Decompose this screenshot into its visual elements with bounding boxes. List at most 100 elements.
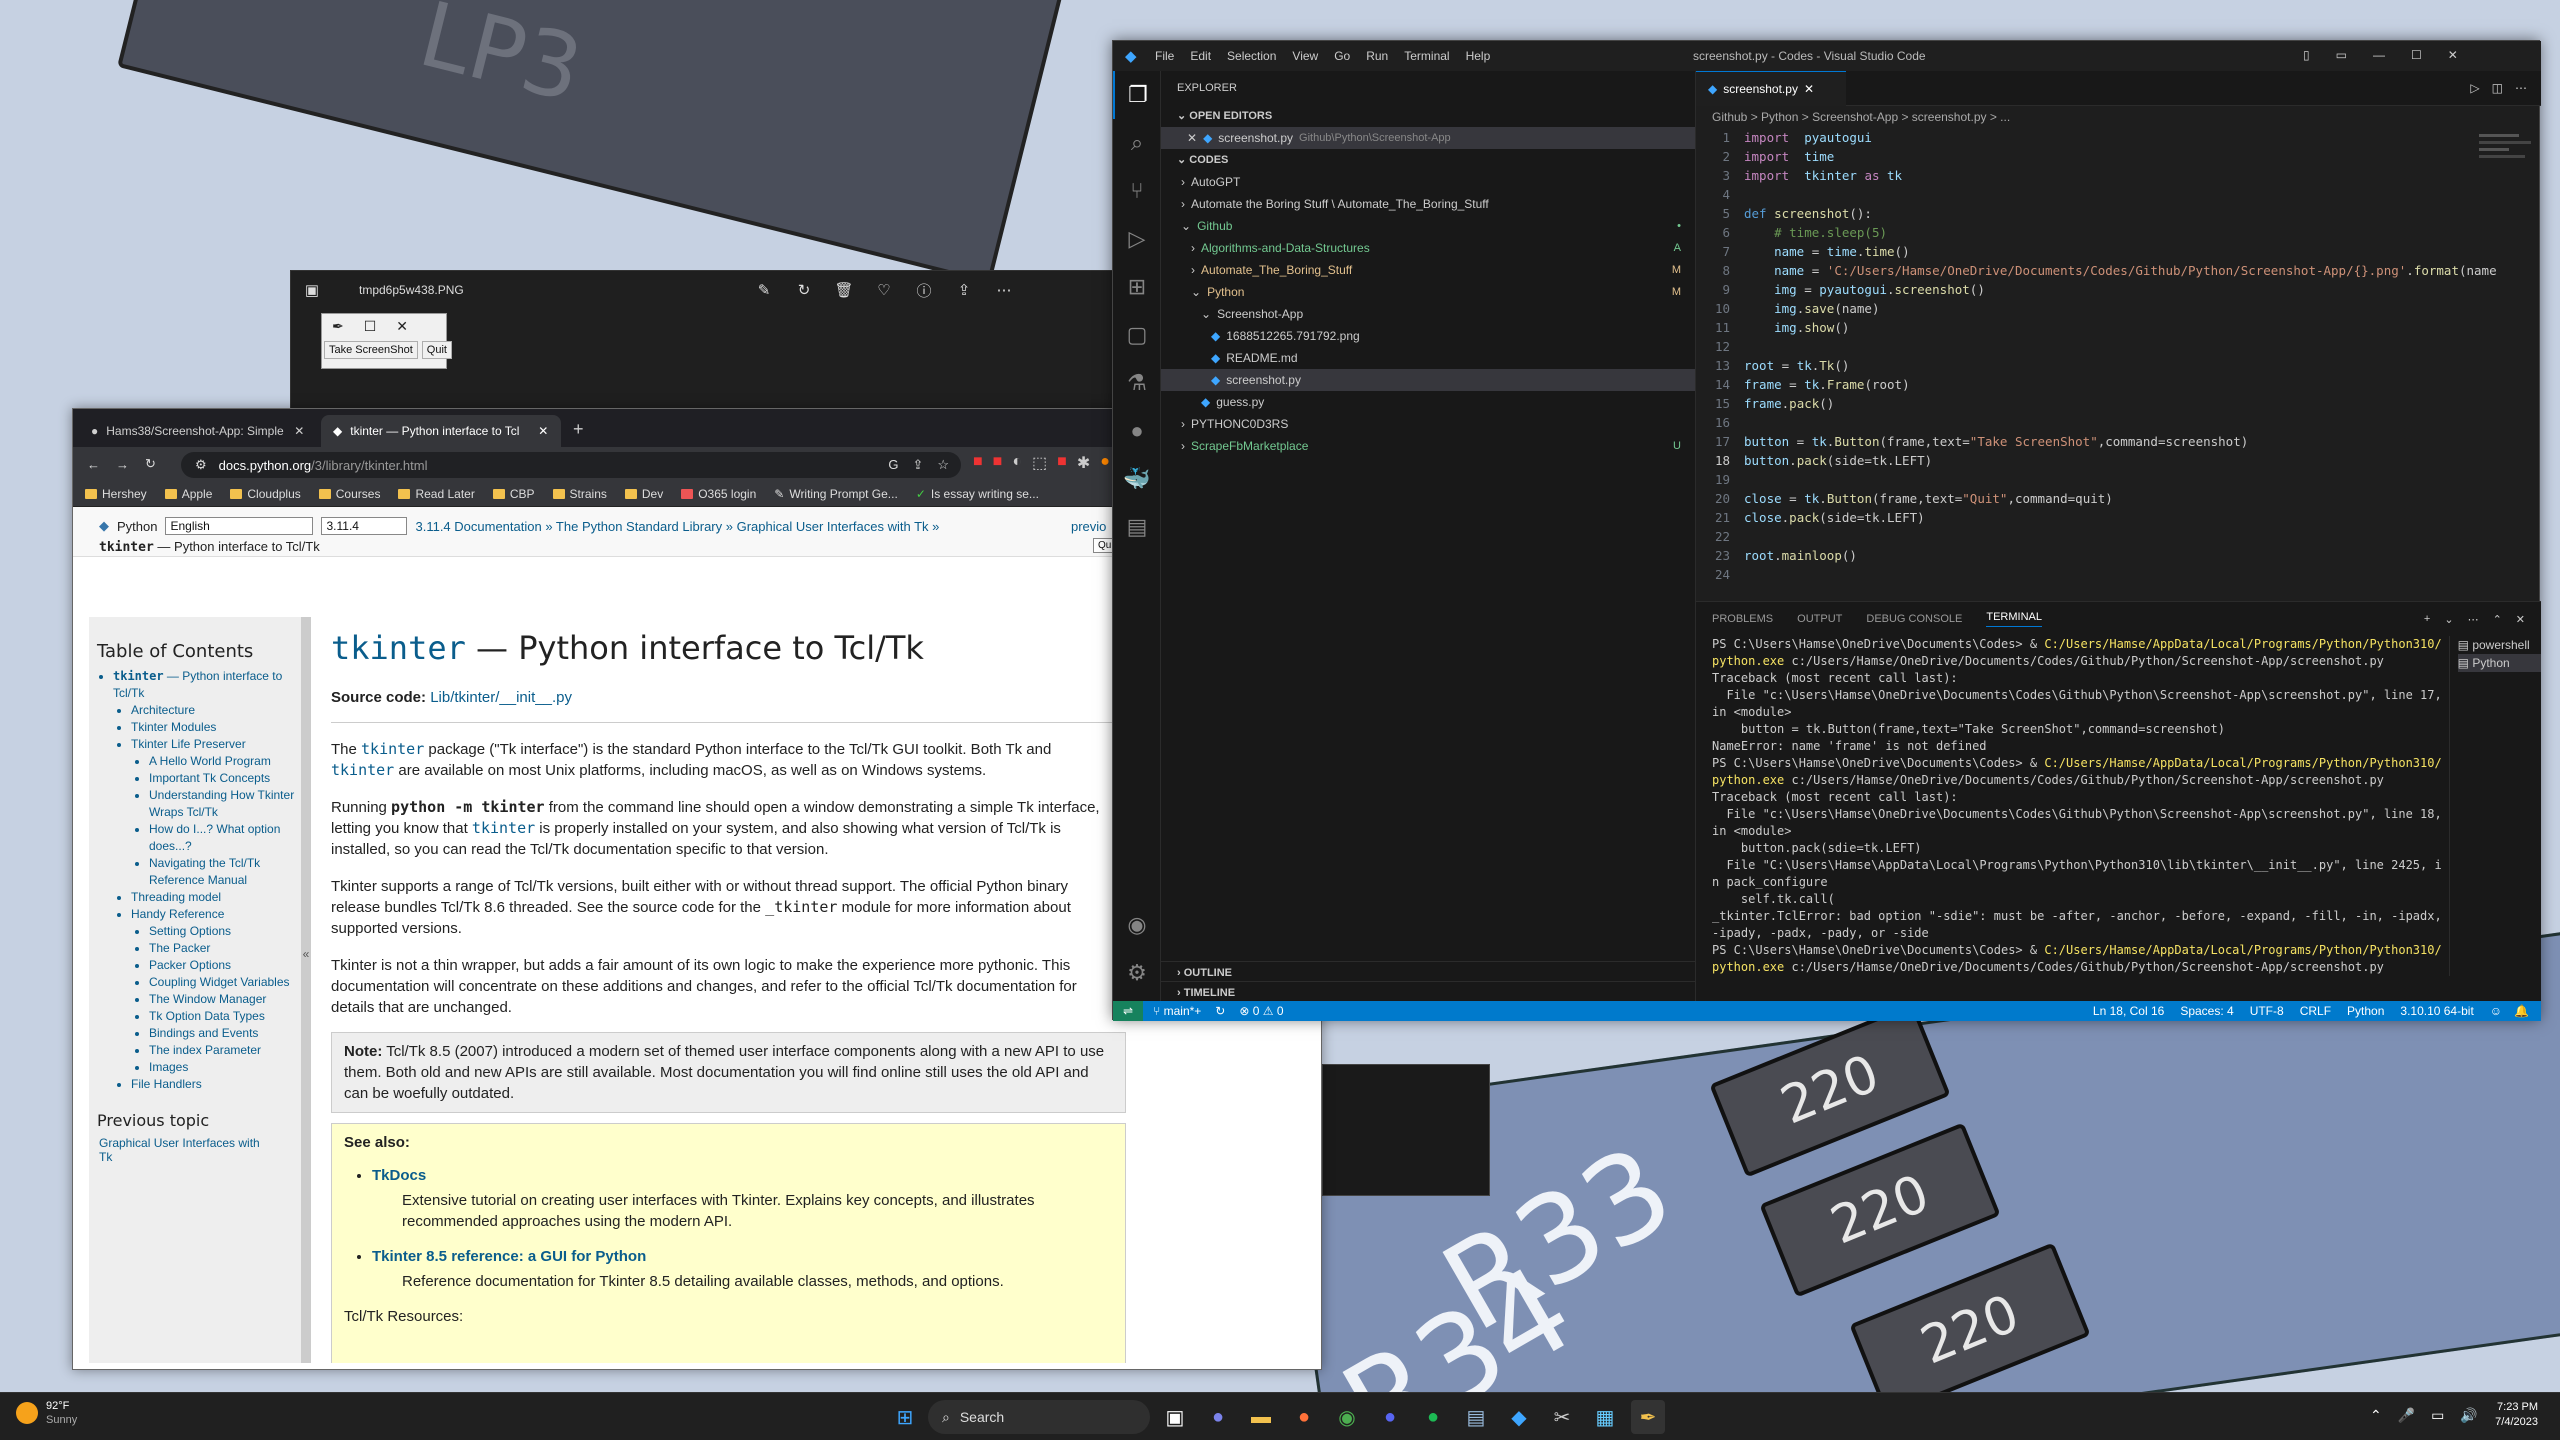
remote-icon[interactable]: ▢: [1113, 311, 1161, 359]
git-branch[interactable]: ⑂ main*+: [1153, 1004, 1201, 1018]
maximize-panel-icon[interactable]: ⌃: [2493, 613, 2502, 626]
problems-count[interactable]: ⊗ 0 ⚠ 0: [1239, 1004, 1283, 1018]
maximize-icon[interactable]: ☐: [2411, 48, 2422, 62]
photos-icon[interactable]: ▦: [1588, 1400, 1622, 1434]
notepad-icon[interactable]: ▤: [1459, 1400, 1493, 1434]
toc-item[interactable]: How do I...? What option does...?: [149, 821, 301, 855]
close-icon[interactable]: ✕: [2448, 48, 2458, 62]
remote-indicator-icon[interactable]: ⇌: [1113, 1001, 1144, 1021]
info-icon[interactable]: ⓘ: [911, 277, 937, 303]
extension-icon[interactable]: ■: [973, 453, 983, 473]
share-icon[interactable]: ⇪: [912, 457, 923, 473]
delete-icon[interactable]: 🗑: [831, 277, 857, 303]
minimize-icon[interactable]: —: [2373, 48, 2385, 62]
editor-tab[interactable]: ◆ screenshot.py ✕: [1696, 71, 1846, 106]
back-icon[interactable]: ←: [87, 457, 100, 472]
layout-icon[interactable]: ▭: [2336, 48, 2347, 62]
toc-item[interactable]: The index Parameter: [149, 1042, 301, 1059]
vscode-window[interactable]: ◆ File Edit Selection View Go Run Termin…: [1112, 40, 2541, 1021]
run-icon[interactable]: ▷: [2470, 81, 2479, 95]
sidebar-collapse-bar[interactable]: «: [301, 617, 311, 1363]
bookmark-star-icon[interactable]: ☆: [937, 457, 949, 473]
open-editor-item[interactable]: ✕ ◆ screenshot.py Github\Python\Screensh…: [1161, 127, 1695, 149]
chevron-up-icon[interactable]: ⌃: [2370, 1407, 2382, 1424]
close-icon[interactable]: ✕: [396, 318, 408, 335]
toc-item[interactable]: The Packer: [149, 940, 301, 957]
tree-item[interactable]: › ScrapeFbMarketplace U: [1161, 435, 1695, 457]
menu-file[interactable]: File: [1155, 49, 1174, 63]
new-tab-icon[interactable]: +: [573, 419, 584, 440]
split-editor-icon[interactable]: ◫: [2492, 81, 2503, 95]
tab-problems[interactable]: PROBLEMS: [1712, 613, 1773, 625]
new-terminal-icon[interactable]: +: [2424, 613, 2430, 626]
edit-icon[interactable]: ✎: [751, 277, 777, 303]
breadcrumb[interactable]: 3.11.4 Documentation » The Python Standa…: [415, 519, 939, 534]
maximize-icon[interactable]: ☐: [364, 318, 377, 335]
tk-app-window[interactable]: ✒ ☐ ✕ Take ScreenShot Quit: [321, 313, 452, 369]
tree-item[interactable]: › PYTHONC0D3RS: [1161, 413, 1695, 435]
menu-run[interactable]: Run: [1366, 49, 1388, 63]
bookmark-folder[interactable]: Courses: [318, 487, 380, 501]
tree-item[interactable]: ⌄ Github •: [1161, 215, 1695, 237]
toc-item[interactable]: Images: [149, 1059, 301, 1076]
tree-item[interactable]: ◆ screenshot.py: [1161, 369, 1695, 391]
rotate-icon[interactable]: ↻: [791, 277, 817, 303]
close-icon[interactable]: ✕: [1804, 82, 1814, 96]
network-icon[interactable]: ▭: [2431, 1407, 2444, 1424]
settings-gear-icon[interactable]: ⚙: [1113, 949, 1161, 997]
forward-icon[interactable]: →: [116, 457, 129, 472]
explorer-icon[interactable]: ❐: [1113, 71, 1161, 119]
extension-icon[interactable]: ■: [993, 453, 1003, 473]
minimap[interactable]: [2479, 128, 2539, 188]
layout-icon[interactable]: ▯: [2303, 48, 2310, 62]
extension-icon[interactable]: ◐: [1012, 453, 1022, 473]
tab-terminal[interactable]: TERMINAL: [1986, 611, 2042, 627]
bookmark-link[interactable]: ✓ Is essay writing se...: [916, 487, 1039, 501]
taskbar-search[interactable]: ⌕ Search: [928, 1400, 1150, 1434]
toc-item[interactable]: A Hello World Program: [149, 753, 301, 770]
terminal-icon[interactable]: ▤: [1113, 503, 1161, 551]
share-icon[interactable]: ⇪: [951, 277, 977, 303]
start-icon[interactable]: ⊞: [888, 1400, 922, 1434]
browser-tab-active[interactable]: ◆ tkinter — Python interface to Tcl ✕: [321, 415, 561, 447]
close-icon[interactable]: ✕: [2516, 613, 2525, 626]
extension-icon[interactable]: ●: [1100, 453, 1110, 473]
timeline-section[interactable]: › TIMELINE: [1161, 981, 1696, 1003]
version-select[interactable]: 3.11.4: [321, 517, 408, 535]
encoding[interactable]: UTF-8: [2250, 1004, 2284, 1018]
run-debug-icon[interactable]: ▷: [1113, 215, 1161, 263]
vscode-icon[interactable]: ◆: [1502, 1400, 1536, 1434]
source-control-icon[interactable]: ⑂: [1113, 167, 1161, 215]
close-icon[interactable]: ✕: [294, 424, 304, 438]
toc-item[interactable]: tkinter — Python interface to Tcl/Tk Arc…: [113, 668, 301, 1093]
bookmark-folder[interactable]: Strains: [552, 487, 607, 501]
discord-icon[interactable]: ●: [1373, 1400, 1407, 1434]
clock[interactable]: 7:23 PM 7/4/2023: [2478, 1400, 2538, 1430]
toc-item[interactable]: The Window Manager: [149, 991, 301, 1008]
menu-selection[interactable]: Selection: [1227, 49, 1276, 63]
toc-item[interactable]: Packer Options: [149, 957, 301, 974]
toc-item[interactable]: Architecture: [131, 702, 301, 719]
spotify-icon[interactable]: ●: [1416, 1400, 1450, 1434]
more-icon[interactable]: ⋯: [2515, 81, 2527, 95]
menu-help[interactable]: Help: [1466, 49, 1491, 63]
python-home-link[interactable]: Python: [117, 519, 157, 534]
toc-item[interactable]: Coupling Widget Variables: [149, 974, 301, 991]
menu-edit[interactable]: Edit: [1190, 49, 1211, 63]
docker-icon[interactable]: 🐳: [1113, 455, 1161, 503]
site-info-icon[interactable]: ⚙: [195, 457, 207, 473]
toc-item[interactable]: Handy Reference Setting Options The Pack…: [131, 906, 301, 1076]
testing-icon[interactable]: ⚗: [1113, 359, 1161, 407]
indentation[interactable]: Spaces: 4: [2180, 1004, 2233, 1018]
account-icon[interactable]: ◉: [1113, 901, 1161, 949]
search-icon[interactable]: ⌕: [1113, 119, 1161, 167]
chevron-down-icon[interactable]: ⌄: [2444, 613, 2453, 626]
sync-icon[interactable]: ↻: [1215, 1004, 1225, 1018]
toc-item[interactable]: Tkinter Modules: [131, 719, 301, 736]
reload-icon[interactable]: ↻: [145, 456, 156, 472]
notifications-icon[interactable]: 🔔: [2514, 1004, 2529, 1018]
toc-item[interactable]: Setting Options: [149, 923, 301, 940]
source-link[interactable]: Lib/tkinter/__init__.py: [430, 689, 572, 706]
tree-item[interactable]: › Automate_The_Boring_Stuff M: [1161, 259, 1695, 281]
close-icon[interactable]: ✕: [1187, 127, 1197, 149]
